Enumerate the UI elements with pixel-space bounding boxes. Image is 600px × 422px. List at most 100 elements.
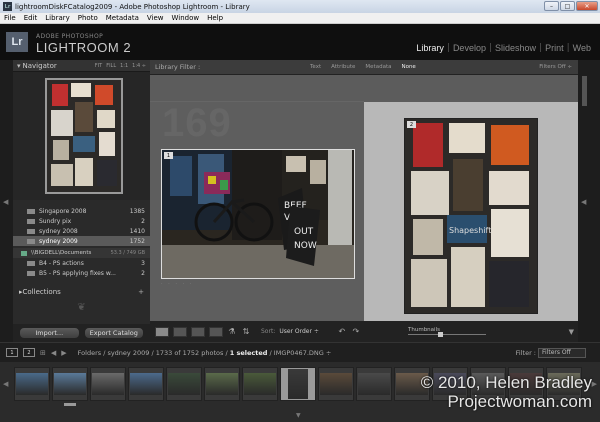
folder-row[interactable]: Singapore 2008 1385 xyxy=(13,206,150,216)
folder-row[interactable]: Sundry pix 2 xyxy=(13,216,150,226)
folder-row-selected[interactable]: sydney 2009 1752 xyxy=(13,236,150,246)
filter-attribute[interactable]: Attribute xyxy=(331,64,355,70)
photo-badge: 1 xyxy=(164,152,173,159)
navigator-thumbnail[interactable] xyxy=(45,78,123,194)
filter-text[interactable]: Text xyxy=(310,64,321,70)
module-print[interactable]: Print xyxy=(542,43,567,53)
thumb-image xyxy=(288,369,308,399)
compare-cell-right[interactable]: 2 Shapeshifter xyxy=(364,75,578,321)
filmstrip-thumb[interactable] xyxy=(356,367,392,401)
menu-library[interactable]: Library xyxy=(41,14,73,22)
filmstrip-filter-dropdown[interactable]: Filters Off xyxy=(538,347,586,358)
navigator-preview[interactable] xyxy=(13,72,150,200)
navigator-header[interactable]: ▾ Navigator FIT FILL 1:1 1:4 ÷ xyxy=(13,60,150,72)
zoom-fill[interactable]: FILL xyxy=(106,63,116,69)
toolbar-menu-icon[interactable]: ▼ xyxy=(569,328,574,336)
thumb-image xyxy=(16,373,48,395)
menu-file[interactable]: File xyxy=(0,14,20,22)
module-picker: Library | Develop | Slideshow | Print | … xyxy=(413,43,594,53)
back-arrow-icon[interactable]: ◀ xyxy=(51,349,56,357)
slider-knob[interactable] xyxy=(438,332,443,337)
filmstrip-right-icon[interactable]: ▶ xyxy=(592,380,597,388)
close-button[interactable]: ✕ xyxy=(576,1,598,11)
expand-right-icon[interactable]: ◀ xyxy=(581,198,586,206)
menu-window[interactable]: Window xyxy=(168,14,204,22)
right-panel-edge[interactable]: ◀ xyxy=(578,60,600,342)
add-collection-icon[interactable]: + xyxy=(138,288,144,296)
maximize-button[interactable]: □ xyxy=(560,1,575,11)
filter-options: Text Attribute Metadata None xyxy=(310,64,416,70)
filmstrip-thumb[interactable] xyxy=(90,367,126,401)
filmstrip-thumb[interactable] xyxy=(52,367,88,401)
filter-metadata[interactable]: Metadata xyxy=(365,64,391,70)
zoom-1-4[interactable]: 1:4 ÷ xyxy=(132,63,146,69)
thumb-image xyxy=(206,373,238,395)
filmstrip-thumb[interactable] xyxy=(128,367,164,401)
collapse-triangle-icon[interactable]: ▾ xyxy=(17,62,21,70)
filmstrip-path[interactable]: Folders / sydney 2009 / 1733 of 1752 pho… xyxy=(78,349,332,357)
collections-header[interactable]: ▸ Collections + xyxy=(13,286,150,298)
spray-can-icon[interactable]: ⚗ xyxy=(227,327,237,336)
survey-view-button[interactable] xyxy=(209,326,223,337)
zoom-1-1[interactable]: 1:1 xyxy=(120,63,128,69)
photo-bicycle[interactable]: 1 BEEF VEG xyxy=(161,149,355,279)
primary-window-button[interactable]: 1 xyxy=(6,348,18,357)
module-library[interactable]: Library xyxy=(413,43,447,53)
folder-icon xyxy=(27,218,35,224)
volume-row[interactable]: \\BIGDELL\Documents 53.3 / 749 GB xyxy=(13,248,150,258)
zoom-fit[interactable]: FIT xyxy=(95,63,102,69)
brand-name: LIGHTROOM 2 xyxy=(36,40,132,55)
module-header: Lr ADOBE PHOTOSHOP LIGHTROOM 2 Library |… xyxy=(0,24,600,60)
module-web[interactable]: Web xyxy=(570,43,594,53)
loupe-view-button[interactable] xyxy=(173,326,187,337)
export-catalog-button[interactable]: Export Catalog xyxy=(83,327,144,339)
menu-view[interactable]: View xyxy=(143,14,168,22)
module-slideshow[interactable]: Slideshow xyxy=(492,43,539,53)
rotate-left-icon[interactable]: ↶ xyxy=(337,327,347,336)
sort-direction-icon[interactable]: ⇅ xyxy=(241,327,251,336)
vertical-scrollbar[interactable] xyxy=(582,76,587,106)
secondary-window-button[interactable]: 2 xyxy=(23,348,35,357)
library-filter-label: Library Filter : xyxy=(155,63,201,71)
filmstrip-thumb[interactable] xyxy=(204,367,240,401)
collapse-filmstrip-icon[interactable]: ▼ xyxy=(296,412,301,419)
left-panel-buttons: Import... Export Catalog xyxy=(13,324,150,342)
thumb-image xyxy=(54,373,86,395)
filmstrip-left-icon[interactable]: ◀ xyxy=(3,380,8,388)
filmstrip-scrollbar[interactable] xyxy=(64,403,76,406)
folder-row[interactable]: B4 - PS actions 3 xyxy=(13,258,150,268)
module-develop[interactable]: Develop xyxy=(450,43,489,53)
folder-row[interactable]: B5 - PS applying fixes w... 2 xyxy=(13,268,150,278)
photo-posters[interactable]: 2 Shapeshifter xyxy=(404,118,538,314)
compare-view-button[interactable] xyxy=(191,326,205,337)
grid-view-button[interactable] xyxy=(155,326,169,337)
folder-icon xyxy=(27,238,35,244)
minimize-button[interactable]: – xyxy=(544,1,559,11)
thumbnail-size-slider[interactable]: Thumbnails xyxy=(408,327,486,337)
menu-help[interactable]: Help xyxy=(203,14,227,22)
thumb-image xyxy=(168,373,200,395)
menu-metadata[interactable]: Metadata xyxy=(102,14,143,22)
filmstrip-thumb[interactable] xyxy=(166,367,202,401)
filters-off-dropdown[interactable]: Filters Off ÷ xyxy=(539,64,572,70)
folder-row[interactable]: sydney 2008 1410 xyxy=(13,226,150,236)
menu-photo[interactable]: Photo xyxy=(74,14,102,22)
collapse-left-icon[interactable]: ◀ xyxy=(3,198,8,206)
menu-edit[interactable]: Edit xyxy=(20,14,42,22)
thumb-image xyxy=(244,373,276,395)
filter-none[interactable]: None xyxy=(401,64,415,70)
grid-icon[interactable]: ⊞ xyxy=(40,349,46,357)
rotate-right-icon[interactable]: ↷ xyxy=(351,327,361,336)
sort-dropdown[interactable]: User Order ÷ xyxy=(279,328,319,335)
compare-cell-left[interactable]: 169 1 BEEF VE xyxy=(150,75,364,321)
window-controls: – □ ✕ xyxy=(544,1,598,11)
filmstrip-filter-label: Filter : xyxy=(515,348,536,357)
import-button[interactable]: Import... xyxy=(19,327,80,339)
filmstrip-thumb-selected[interactable] xyxy=(280,367,316,401)
rating-dots[interactable]: · · · · · xyxy=(161,281,193,287)
left-panel-edge[interactable]: ◀ xyxy=(0,60,13,342)
filmstrip-thumb[interactable] xyxy=(14,367,50,401)
filmstrip-thumb[interactable] xyxy=(318,367,354,401)
filmstrip-thumb[interactable] xyxy=(242,367,278,401)
forward-arrow-icon[interactable]: ▶ xyxy=(61,349,66,357)
